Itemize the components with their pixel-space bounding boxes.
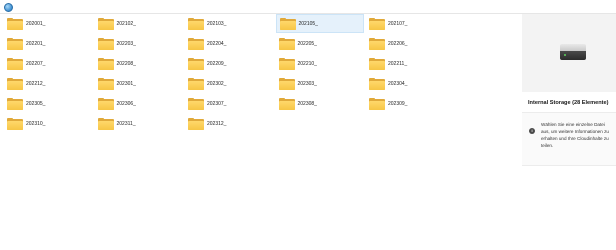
folder-item[interactable]: 202304_	[366, 74, 454, 93]
folder-item[interactable]: 202307_	[185, 94, 273, 113]
folder-name: 202107_	[388, 20, 408, 27]
folder-name: 202310_	[26, 120, 46, 127]
folder-icon	[278, 57, 295, 70]
folder-item[interactable]: 202105_	[275, 14, 364, 33]
folder-icon	[188, 117, 204, 130]
top-bar	[0, 0, 616, 14]
details-pane: Internal Storage (28 Elemente) i Wählen …	[522, 14, 616, 250]
folder-icon	[278, 77, 295, 90]
folder-icon	[278, 97, 295, 110]
folder-item[interactable]: 202208_	[95, 54, 183, 73]
folder-item[interactable]: 202103_	[185, 14, 273, 33]
folder-item[interactable]: 202203_	[95, 34, 183, 53]
folder-icon	[97, 117, 114, 130]
folder-icon	[369, 17, 385, 30]
folder-name: 202212_	[26, 80, 46, 87]
folder-name: 202105_	[298, 20, 318, 27]
preview-area	[522, 14, 616, 92]
folder-name: 202307_	[207, 100, 227, 107]
folder-icon	[188, 17, 204, 30]
folder-icon	[188, 97, 204, 110]
folder-name: 202308_	[297, 100, 317, 107]
folder-icon	[188, 57, 204, 70]
folder-item[interactable]: 202204_	[185, 34, 273, 53]
folder-name: 202001_	[26, 20, 46, 27]
folder-name: 202312_	[207, 120, 227, 127]
folder-icon	[7, 57, 23, 70]
folder-icon	[369, 57, 385, 70]
folder-name: 202102_	[116, 20, 136, 27]
folder-name: 202205_	[297, 40, 317, 47]
folder-item[interactable]: 202309_	[366, 94, 454, 113]
folder-name: 202203_	[116, 40, 136, 47]
folder-icon	[188, 37, 204, 50]
folder-name: 202207_	[26, 60, 46, 67]
folder-name: 202304_	[388, 80, 408, 87]
folder-name: 202303_	[297, 80, 317, 87]
folder-icon	[97, 17, 114, 30]
folder-name: 202208_	[116, 60, 136, 67]
folder-icon	[7, 117, 23, 130]
folder-item[interactable]: 202212_	[4, 74, 92, 93]
folder-icon	[279, 17, 296, 30]
folder-icon	[278, 37, 295, 50]
folder-grid: 202001_ 202102_ 202103_ 202105_ 202107_ 20220…	[4, 14, 504, 134]
folder-name: 202311_	[116, 120, 136, 127]
folder-item[interactable]: 202205_	[276, 34, 364, 53]
folder-item[interactable]: 202301_	[95, 74, 183, 93]
folder-name: 202211_	[388, 60, 408, 67]
folder-name: 202305_	[26, 100, 46, 107]
info-card: i Wählen Sie eine einzelne Datei aus, um…	[522, 112, 616, 166]
folder-item[interactable]: 202209_	[185, 54, 273, 73]
info-text: Wählen Sie eine einzelne Datei aus, um w…	[541, 122, 609, 148]
folder-name: 202306_	[116, 100, 136, 107]
folder-name: 202209_	[207, 60, 227, 67]
folder-icon	[188, 77, 204, 90]
folder-item[interactable]: 202311_	[95, 114, 183, 133]
folder-icon	[97, 57, 114, 70]
storage-drive-icon	[560, 44, 586, 62]
folder-name: 202204_	[207, 40, 227, 47]
folder-item[interactable]: 202308_	[276, 94, 364, 113]
folder-item[interactable]: 202207_	[4, 54, 92, 73]
folder-name: 202206_	[388, 40, 408, 47]
folder-name: 202302_	[207, 80, 227, 87]
folder-icon	[97, 37, 114, 50]
folder-name: 202210_	[297, 60, 317, 67]
folder-item[interactable]: 202206_	[366, 34, 454, 53]
folder-item[interactable]: 202303_	[276, 74, 364, 93]
folder-item[interactable]: 202107_	[366, 14, 454, 33]
folder-item[interactable]: 202001_	[4, 14, 92, 33]
folder-icon	[369, 37, 385, 50]
folder-icon	[369, 97, 385, 110]
folder-icon	[7, 37, 23, 50]
folder-item[interactable]: 202305_	[4, 94, 92, 113]
folder-icon	[7, 77, 23, 90]
folder-item[interactable]: 202312_	[185, 114, 273, 133]
folder-icon	[97, 97, 114, 110]
folder-name: 202309_	[388, 100, 408, 107]
folder-icon	[97, 77, 114, 90]
folder-item[interactable]: 202102_	[95, 14, 183, 33]
folder-item[interactable]: 202306_	[95, 94, 183, 113]
folder-item[interactable]: 202302_	[185, 74, 273, 93]
info-icon: i	[529, 128, 535, 134]
folder-item[interactable]: 202211_	[366, 54, 454, 73]
folder-name: 202301_	[116, 80, 136, 87]
folder-item[interactable]: 202201_	[4, 34, 92, 53]
folder-icon	[369, 77, 385, 90]
folder-name: 202103_	[207, 20, 227, 27]
folder-item[interactable]: 202210_	[276, 54, 364, 73]
globe-icon[interactable]	[4, 3, 13, 12]
folder-icon	[7, 97, 23, 110]
details-title: Internal Storage (28 Elemente)	[528, 100, 609, 106]
folder-icon	[7, 17, 23, 30]
folder-item[interactable]: 202310_	[4, 114, 92, 133]
folder-name: 202201_	[26, 40, 46, 47]
